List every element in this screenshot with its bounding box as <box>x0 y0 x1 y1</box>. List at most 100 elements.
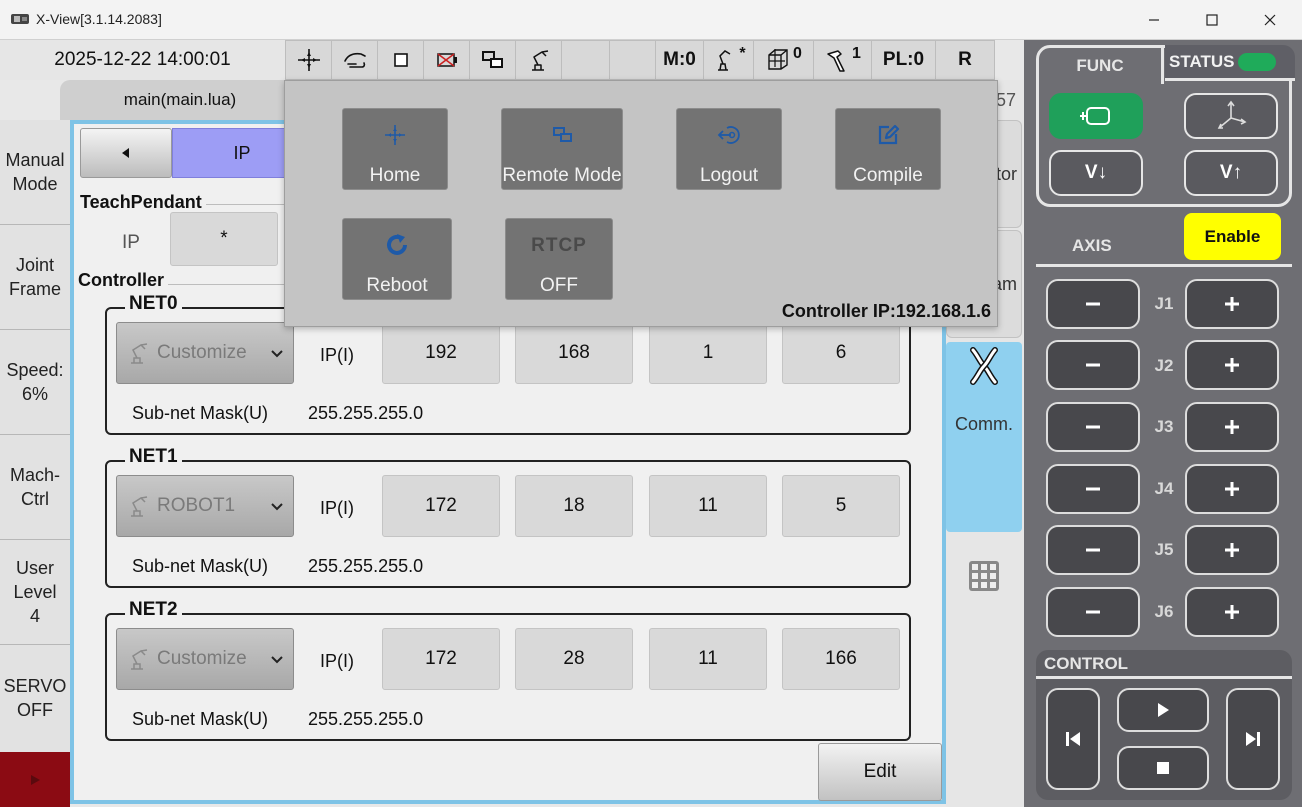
step-back-button[interactable] <box>1046 688 1100 790</box>
robot-arm-toolbar-button[interactable] <box>516 41 562 79</box>
minus-icon <box>1086 425 1100 429</box>
compile-button[interactable]: Compile <box>835 108 941 190</box>
axes-icon <box>1217 100 1247 129</box>
sidebar-item-user-level[interactable]: User Level 4 <box>0 540 70 645</box>
grid-icon[interactable] <box>968 560 1000 592</box>
net0-mode-select[interactable]: Customize <box>116 322 294 384</box>
j4-plus-button[interactable] <box>1185 464 1279 514</box>
speed-down-button[interactable]: V↓ <box>1049 150 1143 196</box>
j5-plus-button[interactable] <box>1185 525 1279 575</box>
file-tab[interactable]: main(main.lua) <box>60 80 300 120</box>
frame-indicator[interactable]: 0 <box>754 41 814 79</box>
net0-ip-octet-3[interactable]: 1 <box>649 322 767 384</box>
remote-mode-button[interactable]: Remote Mode <box>501 108 623 190</box>
left-sidebar: Manual Mode Joint Frame Speed: 6% Mach-C… <box>0 120 70 807</box>
compile-button-label: Compile <box>853 165 923 186</box>
net2-ip-octet-3[interactable]: 11 <box>649 628 767 690</box>
windows-toolbar-button[interactable] <box>470 41 516 79</box>
j2-minus-button[interactable] <box>1046 340 1140 390</box>
sidebar-item-label: SERVO OFF <box>3 675 67 720</box>
robot-tool-icon <box>718 50 731 71</box>
axis-divider <box>1036 264 1292 267</box>
reboot-button[interactable]: Reboot <box>342 218 452 300</box>
hammer-indicator-value: 1 <box>852 45 861 62</box>
reboot-button-label: Reboot <box>366 275 428 296</box>
minus-icon <box>1086 610 1100 614</box>
tab-func[interactable]: FUNC <box>1039 48 1164 84</box>
tab-comm[interactable]: Comm. <box>946 342 1022 532</box>
ip-label: IP(I) <box>320 345 354 365</box>
sidebar-item-manual-mode[interactable]: Manual Mode <box>0 120 70 225</box>
speed-up-button[interactable]: V↑ <box>1184 150 1278 196</box>
run-button[interactable] <box>0 752 70 807</box>
plus-icon <box>1225 482 1239 496</box>
home-button[interactable]: Home <box>342 108 448 190</box>
j6-minus-button[interactable] <box>1046 587 1140 637</box>
joint-label-j2: J2 <box>1154 356 1174 375</box>
enable-button[interactable]: Enable <box>1184 213 1281 260</box>
net0-ip-octet-4[interactable]: 6 <box>782 322 900 384</box>
edit-button[interactable]: Edit <box>818 743 942 801</box>
ip-label: IP(I) <box>320 651 354 671</box>
step-forward-button[interactable] <box>1226 688 1280 790</box>
net1-ip-octet-2[interactable]: 18 <box>515 475 633 537</box>
net2-ip-octet-1[interactable]: 172 <box>382 628 500 690</box>
net0-ip-octet-1[interactable]: 192 <box>382 322 500 384</box>
sidebar-item-joint-frame[interactable]: Joint Frame <box>0 225 70 330</box>
j6-plus-button[interactable] <box>1185 587 1279 637</box>
net1-ip-octet-3[interactable]: 11 <box>649 475 767 537</box>
j3-plus-button[interactable] <box>1185 402 1279 452</box>
rtcp-state: OFF <box>540 275 578 296</box>
joint-label-j4: J4 <box>1154 479 1174 498</box>
teachpendant-ip-label: IP <box>122 232 140 253</box>
control-label: CONTROL <box>1044 654 1129 673</box>
sidebar-item-speed[interactable]: Speed: 6% <box>0 330 70 435</box>
logout-button[interactable]: Logout <box>676 108 782 190</box>
sidebar-item-mach-ctrl[interactable]: Mach-Ctrl <box>0 435 70 540</box>
close-button[interactable] <box>1248 6 1292 34</box>
checkbox-toolbar-button[interactable] <box>378 41 424 79</box>
crosshair-icon <box>385 125 405 145</box>
stop-button[interactable] <box>1117 746 1209 790</box>
net1-mode-select[interactable]: ROBOT1 <box>116 475 294 537</box>
j3-minus-button[interactable] <box>1046 402 1140 452</box>
j1-plus-button[interactable] <box>1185 279 1279 329</box>
joint-label-j3: J3 <box>1154 417 1174 436</box>
play-button[interactable] <box>1117 688 1209 732</box>
no-view-toolbar-button[interactable] <box>424 41 470 79</box>
tool-view-button[interactable] <box>1049 93 1143 139</box>
net2-ip-octet-4[interactable]: 166 <box>782 628 900 690</box>
j4-minus-button[interactable] <box>1046 464 1140 514</box>
net-name: NET0 <box>125 293 182 315</box>
func-box: FUNC STATUS V↓ V↑ <box>1036 45 1295 207</box>
teachpendant-ip-field[interactable]: * <box>170 212 278 266</box>
j5-minus-button[interactable] <box>1046 525 1140 575</box>
maximize-button[interactable] <box>1190 6 1234 34</box>
net0-mode-value: Customize <box>157 342 247 363</box>
back-button[interactable] <box>80 128 172 178</box>
rtcp-toggle[interactable]: RTCP OFF <box>505 218 613 300</box>
tab-status[interactable]: STATUS <box>1165 45 1295 81</box>
crossed-box-icon <box>436 53 457 67</box>
net2-ip-octet-2[interactable]: 28 <box>515 628 633 690</box>
minimize-button[interactable] <box>1132 6 1176 34</box>
net2-mode-select[interactable]: Customize <box>116 628 294 690</box>
tab-status-label: STATUS <box>1169 51 1235 71</box>
coordinate-frame-button[interactable] <box>1184 93 1278 139</box>
r-indicator: R <box>936 41 994 79</box>
net1-ip-octet-4[interactable]: 5 <box>782 475 900 537</box>
hand-toolbar-button[interactable] <box>332 41 378 79</box>
file-tab-label: main(main.lua) <box>123 90 237 109</box>
home-toolbar-button[interactable] <box>286 41 332 79</box>
j2-plus-button[interactable] <box>1185 340 1279 390</box>
net0-ip-octet-2[interactable]: 168 <box>515 322 633 384</box>
sidebar-item-servo[interactable]: SERVO OFF <box>0 645 70 750</box>
net1-ip-octet-1[interactable]: 172 <box>382 475 500 537</box>
mask-label: Sub-net Mask(U) <box>132 403 269 423</box>
mode-counter-text: M:0 <box>663 49 696 70</box>
play-icon <box>1158 703 1169 717</box>
status-indicator <box>1238 52 1277 71</box>
j1-minus-button[interactable] <box>1046 279 1140 329</box>
tool-indicator[interactable]: * <box>704 41 754 79</box>
hammer-indicator[interactable]: 1 <box>814 41 872 79</box>
